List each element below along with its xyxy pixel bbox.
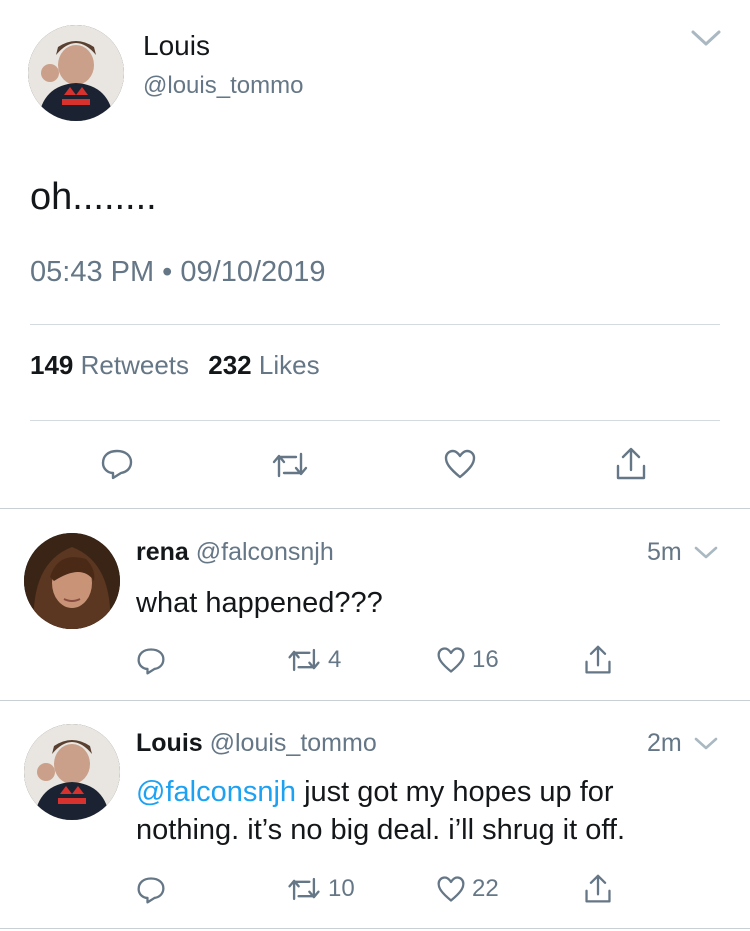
retweet-icon: [288, 648, 320, 672]
like-count: 22: [472, 875, 499, 902]
share-icon[interactable]: [583, 872, 613, 906]
tweet-text: oh........: [30, 176, 157, 218]
like-action[interactable]: 16: [436, 645, 499, 675]
reply-header[interactable]: rena @falconsnjh: [136, 538, 334, 567]
reply-text: what happened???: [136, 587, 383, 619]
like-stat[interactable]: 232 Likes: [208, 350, 319, 380]
author-name[interactable]: Louis: [143, 30, 210, 62]
divider: [30, 420, 720, 421]
retweet-icon[interactable]: [270, 450, 310, 480]
timestamp: 05:43 PM • 09/10/2019: [30, 256, 326, 288]
divider: [0, 928, 750, 929]
avatar[interactable]: [28, 25, 124, 121]
avatar[interactable]: [24, 724, 120, 820]
retweet-icon: [288, 877, 320, 901]
like-action[interactable]: 22: [436, 874, 499, 904]
divider: [30, 324, 720, 325]
reply-icon[interactable]: [136, 646, 166, 676]
main-tweet: Louis @louis_tommo oh........ 05:43 PM •…: [0, 0, 750, 508]
chevron-down-icon[interactable]: [694, 736, 718, 751]
share-icon[interactable]: [583, 643, 613, 677]
retweet-stat[interactable]: 149 Retweets: [30, 350, 189, 380]
reply-icon[interactable]: [100, 448, 134, 480]
reply-text: @falconsnjh just got my hopes up for not…: [136, 776, 626, 846]
mention-link[interactable]: @falconsnjh: [136, 776, 296, 808]
heart-icon: [437, 876, 465, 902]
reply-time: 2m: [647, 729, 682, 757]
retweet-count: 10: [328, 875, 355, 902]
divider: [0, 700, 750, 701]
divider: [0, 508, 750, 509]
avatar[interactable]: [24, 533, 120, 629]
chevron-down-icon[interactable]: [694, 545, 718, 560]
heart-icon: [437, 647, 465, 673]
reply-time: 5m: [647, 538, 682, 566]
like-count: 16: [472, 646, 499, 673]
reply-icon[interactable]: [136, 875, 166, 905]
retweet-action[interactable]: 4: [286, 646, 341, 674]
share-icon[interactable]: [614, 446, 648, 482]
retweet-action[interactable]: 10: [286, 875, 355, 903]
heart-icon[interactable]: [443, 448, 477, 480]
reply-header[interactable]: Louis @louis_tommo: [136, 729, 377, 758]
chevron-down-icon[interactable]: [690, 28, 722, 48]
tweet-stats: 149 Retweets 232 Likes: [30, 350, 320, 381]
author-handle[interactable]: @louis_tommo: [143, 72, 303, 100]
retweet-count: 4: [328, 646, 342, 673]
